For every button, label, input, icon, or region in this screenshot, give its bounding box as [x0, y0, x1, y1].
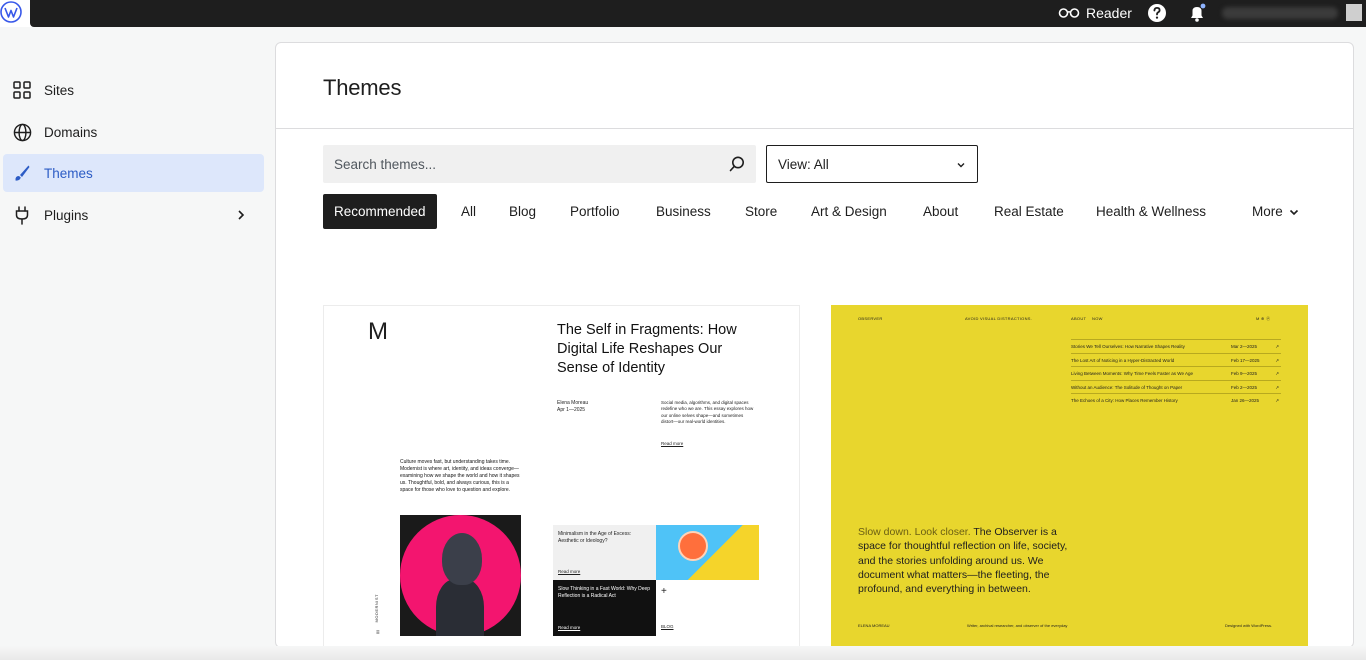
tab-more-label: More	[1252, 204, 1283, 219]
portrait-image	[400, 515, 521, 636]
tab-portfolio[interactable]: Portfolio	[570, 194, 620, 229]
read-more-link: Read more	[661, 441, 684, 446]
tile-title: Slow Thinking in a Fast World: Why Deep …	[558, 586, 651, 599]
observer-intro: Slow down. Look closer. The Observer is …	[858, 525, 1068, 596]
list-item: Stories We Tell Ourselves: How Narrative…	[1071, 339, 1281, 353]
sidebar-item-domains[interactable]: Domains	[3, 113, 264, 151]
arrow-icon: ↗	[1275, 384, 1279, 390]
view-select[interactable]: View: All	[766, 145, 978, 183]
observer-foot-name: ELENA MOREAU	[858, 623, 890, 628]
tab-more[interactable]: More	[1252, 194, 1300, 229]
modernist-excerpt: Social media, algorithms, and digital sp…	[661, 400, 754, 424]
themes-panel: Themes View: All Recommended All Blog Po…	[275, 42, 1354, 648]
list-item: The Echoes of a City: How Places Remembe…	[1071, 393, 1281, 407]
tab-blog[interactable]: Blog	[509, 194, 536, 229]
search-box	[323, 145, 756, 183]
view-select-value: View: All	[778, 156, 829, 172]
sidebar-item-label: Themes	[44, 165, 93, 181]
notifications-bell-icon[interactable]	[1187, 3, 1207, 23]
avatar[interactable]	[1346, 4, 1362, 21]
sidebar-item-label: Domains	[44, 124, 98, 140]
tab-all[interactable]: All	[461, 194, 476, 229]
observer-foot-bio: Writer, archival researcher, and observe…	[967, 623, 1068, 628]
header-divider	[276, 128, 1353, 129]
chevron-down-icon	[957, 163, 965, 168]
help-icon[interactable]	[1147, 3, 1167, 23]
tab-store[interactable]: Store	[745, 194, 777, 229]
blog-link: BLOG	[661, 624, 674, 629]
sidebar-item-sites[interactable]: Sites	[3, 71, 264, 109]
plus-icon: +	[661, 586, 667, 597]
list-item: Living Between Moments: Why Time Feels F…	[1071, 366, 1281, 380]
sidebar-item-plugins[interactable]: Plugins	[3, 196, 264, 234]
orange-image	[656, 525, 759, 580]
observer-nav-about: ABOUT	[1071, 316, 1087, 321]
tab-business[interactable]: Business	[656, 194, 711, 229]
bottom-shade	[0, 646, 1366, 660]
modernist-author: Elena Moreau Apr 1—2025	[557, 400, 588, 414]
post-tile-minimalism: Minimalism in the Age of Excess: Aesthet…	[553, 525, 656, 580]
brush-icon	[12, 163, 32, 183]
observer-foot-credit: Designed with WordPress.	[1225, 623, 1273, 628]
tab-health-wellness[interactable]: Health & Wellness	[1096, 194, 1206, 229]
plug-icon	[12, 205, 32, 225]
read-more-link: Read more	[558, 625, 581, 630]
arrow-icon: ↗	[1275, 371, 1279, 376]
page-title: Themes	[323, 75, 402, 100]
arrow-icon: ↗	[1275, 344, 1279, 349]
read-more-link: Read more	[558, 569, 581, 574]
observer-tagline: AVOID VISUAL DISTRACTIONS.	[965, 316, 1033, 321]
author-name: Elena Moreau	[557, 400, 589, 406]
username-blurred[interactable]	[1222, 7, 1338, 19]
observer-brand: OBSERVER	[858, 316, 883, 321]
list-item: The Lost Art of Noticing in a Hyper-Dist…	[1071, 352, 1281, 367]
chevron-down-icon	[1289, 209, 1298, 215]
menu-icon: ≡	[376, 630, 380, 636]
modernist-logo: M	[368, 318, 388, 345]
tab-about[interactable]: About	[923, 194, 958, 229]
chevron-right-icon	[238, 210, 245, 220]
globe-icon	[12, 122, 32, 142]
theme-card-modernist[interactable]: M The Self in Fragments: How Digital Lif…	[323, 305, 800, 647]
modernist-intro: Culture moves fast, but understanding ta…	[400, 459, 520, 493]
post-tile-slow-thinking: Slow Thinking in a Fast World: Why Deep …	[553, 580, 656, 636]
reader-label: Reader	[1086, 5, 1132, 21]
sidebar-item-themes[interactable]: Themes	[3, 154, 264, 192]
theme-card-observer[interactable]: OBSERVER AVOID VISUAL DISTRACTIONS. ABOU…	[831, 305, 1308, 647]
tab-art-design[interactable]: Art & Design	[811, 194, 887, 229]
sidebar-item-label: Sites	[44, 82, 75, 98]
grid-icon	[12, 80, 32, 100]
observer-post-list: Stories We Tell Ourselves: How Narrative…	[1071, 339, 1281, 407]
reader-link[interactable]: Reader	[1058, 4, 1132, 22]
top-bar: Reader	[0, 0, 1366, 27]
wordpress-logo-icon[interactable]	[0, 1, 22, 23]
arrow-icon: ↗	[1275, 357, 1279, 363]
sidebar-item-label: Plugins	[44, 207, 89, 223]
observer-social-icons: M ⊕ ⓟ	[1256, 316, 1271, 321]
glasses-icon	[1058, 8, 1080, 18]
post-date: Apr 1—2025	[557, 407, 586, 413]
search-input[interactable]	[323, 145, 723, 183]
modernist-side-label: MODERNIST	[374, 594, 379, 623]
tab-real-estate[interactable]: Real Estate	[994, 194, 1064, 229]
modernist-headline: The Self in Fragments: How Digital Life …	[557, 322, 737, 376]
arrow-icon: ↗	[1275, 398, 1279, 403]
observer-nav-now: NOW	[1092, 316, 1103, 321]
tile-title: Minimalism in the Age of Excess: Aesthet…	[558, 531, 632, 544]
intro-muted: Slow down. Look closer.	[858, 526, 971, 538]
sidebar: Sites Domains Themes Plugins	[0, 27, 272, 660]
search-icon[interactable]	[728, 155, 746, 173]
tab-recommended[interactable]: Recommended	[323, 194, 437, 229]
list-item: Without an Audience: The Solitude of Tho…	[1071, 379, 1281, 394]
